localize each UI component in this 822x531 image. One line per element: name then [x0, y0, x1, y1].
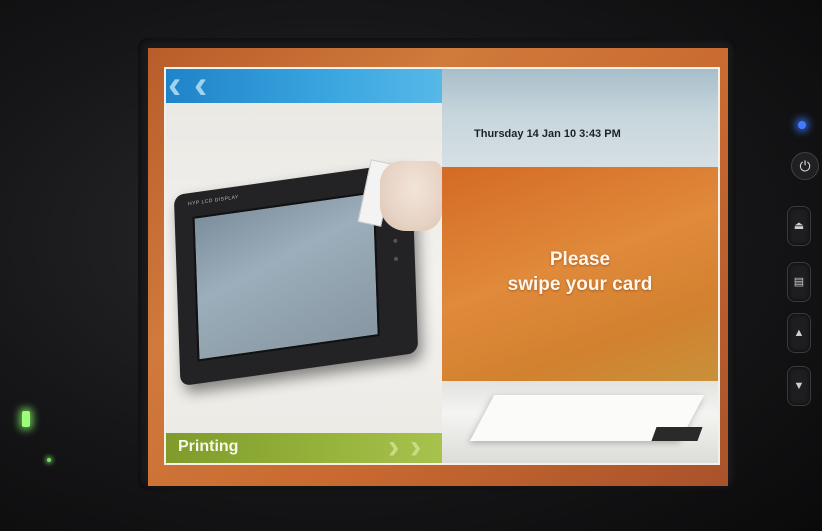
power-led: [798, 121, 806, 129]
datetime-display: Thursday 14 Jan 10 3:43 PM: [474, 128, 621, 140]
hardware-button-1[interactable]: ⏏: [787, 206, 811, 246]
top-blue-banner: ‹ ‹: [166, 69, 442, 107]
hand-image: [380, 161, 442, 231]
prompt-line-2: swipe your card: [507, 274, 653, 295]
power-button[interactable]: ⏻: [791, 152, 819, 180]
printer-photo: [442, 381, 718, 463]
chevron-right-icon: ›: [388, 428, 400, 463]
chevron-left-icon: ‹: [194, 69, 208, 107]
down-arrow-icon: ▼: [793, 380, 805, 392]
swipe-card-prompt: Please swipe your card: [442, 247, 718, 297]
section-bar: Printing › ›: [166, 428, 442, 463]
terminal-screen: [192, 191, 380, 362]
hardware-button-up[interactable]: ▲: [787, 313, 811, 353]
left-panel: ‹ ‹ HYP LCD DISPLAY Printing › ›: [166, 69, 442, 463]
screen-content: ‹ ‹ HYP LCD DISPLAY Printing › › Thursda…: [164, 67, 720, 465]
eject-icon: ⏏: [793, 220, 805, 232]
hardware-button-2[interactable]: ▤: [787, 262, 811, 302]
hardware-button-down[interactable]: ▼: [787, 366, 811, 406]
chevron-right-icon: ›: [410, 428, 422, 463]
printer-slot-image: [651, 427, 703, 441]
page-icon: ▤: [793, 276, 805, 288]
terminal-brand-label: HYP LCD DISPLAY: [187, 194, 239, 208]
section-label: Printing: [178, 438, 239, 455]
status-led-small: [47, 458, 51, 462]
kiosk-device: ‹ ‹ HYP LCD DISPLAY Printing › › Thursda…: [0, 0, 822, 531]
up-arrow-icon: ▲: [793, 327, 805, 339]
prompt-line-1: Please: [549, 249, 611, 270]
power-icon: ⏻: [799, 158, 811, 174]
message-panel[interactable]: Please swipe your card: [442, 167, 718, 381]
date-header: Thursday 14 Jan 10 3:43 PM: [442, 69, 718, 167]
status-led: [22, 411, 30, 427]
right-panel: Thursday 14 Jan 10 3:43 PM Please swipe …: [442, 69, 718, 463]
display-screen: ‹ ‹ HYP LCD DISPLAY Printing › › Thursda…: [148, 48, 728, 486]
